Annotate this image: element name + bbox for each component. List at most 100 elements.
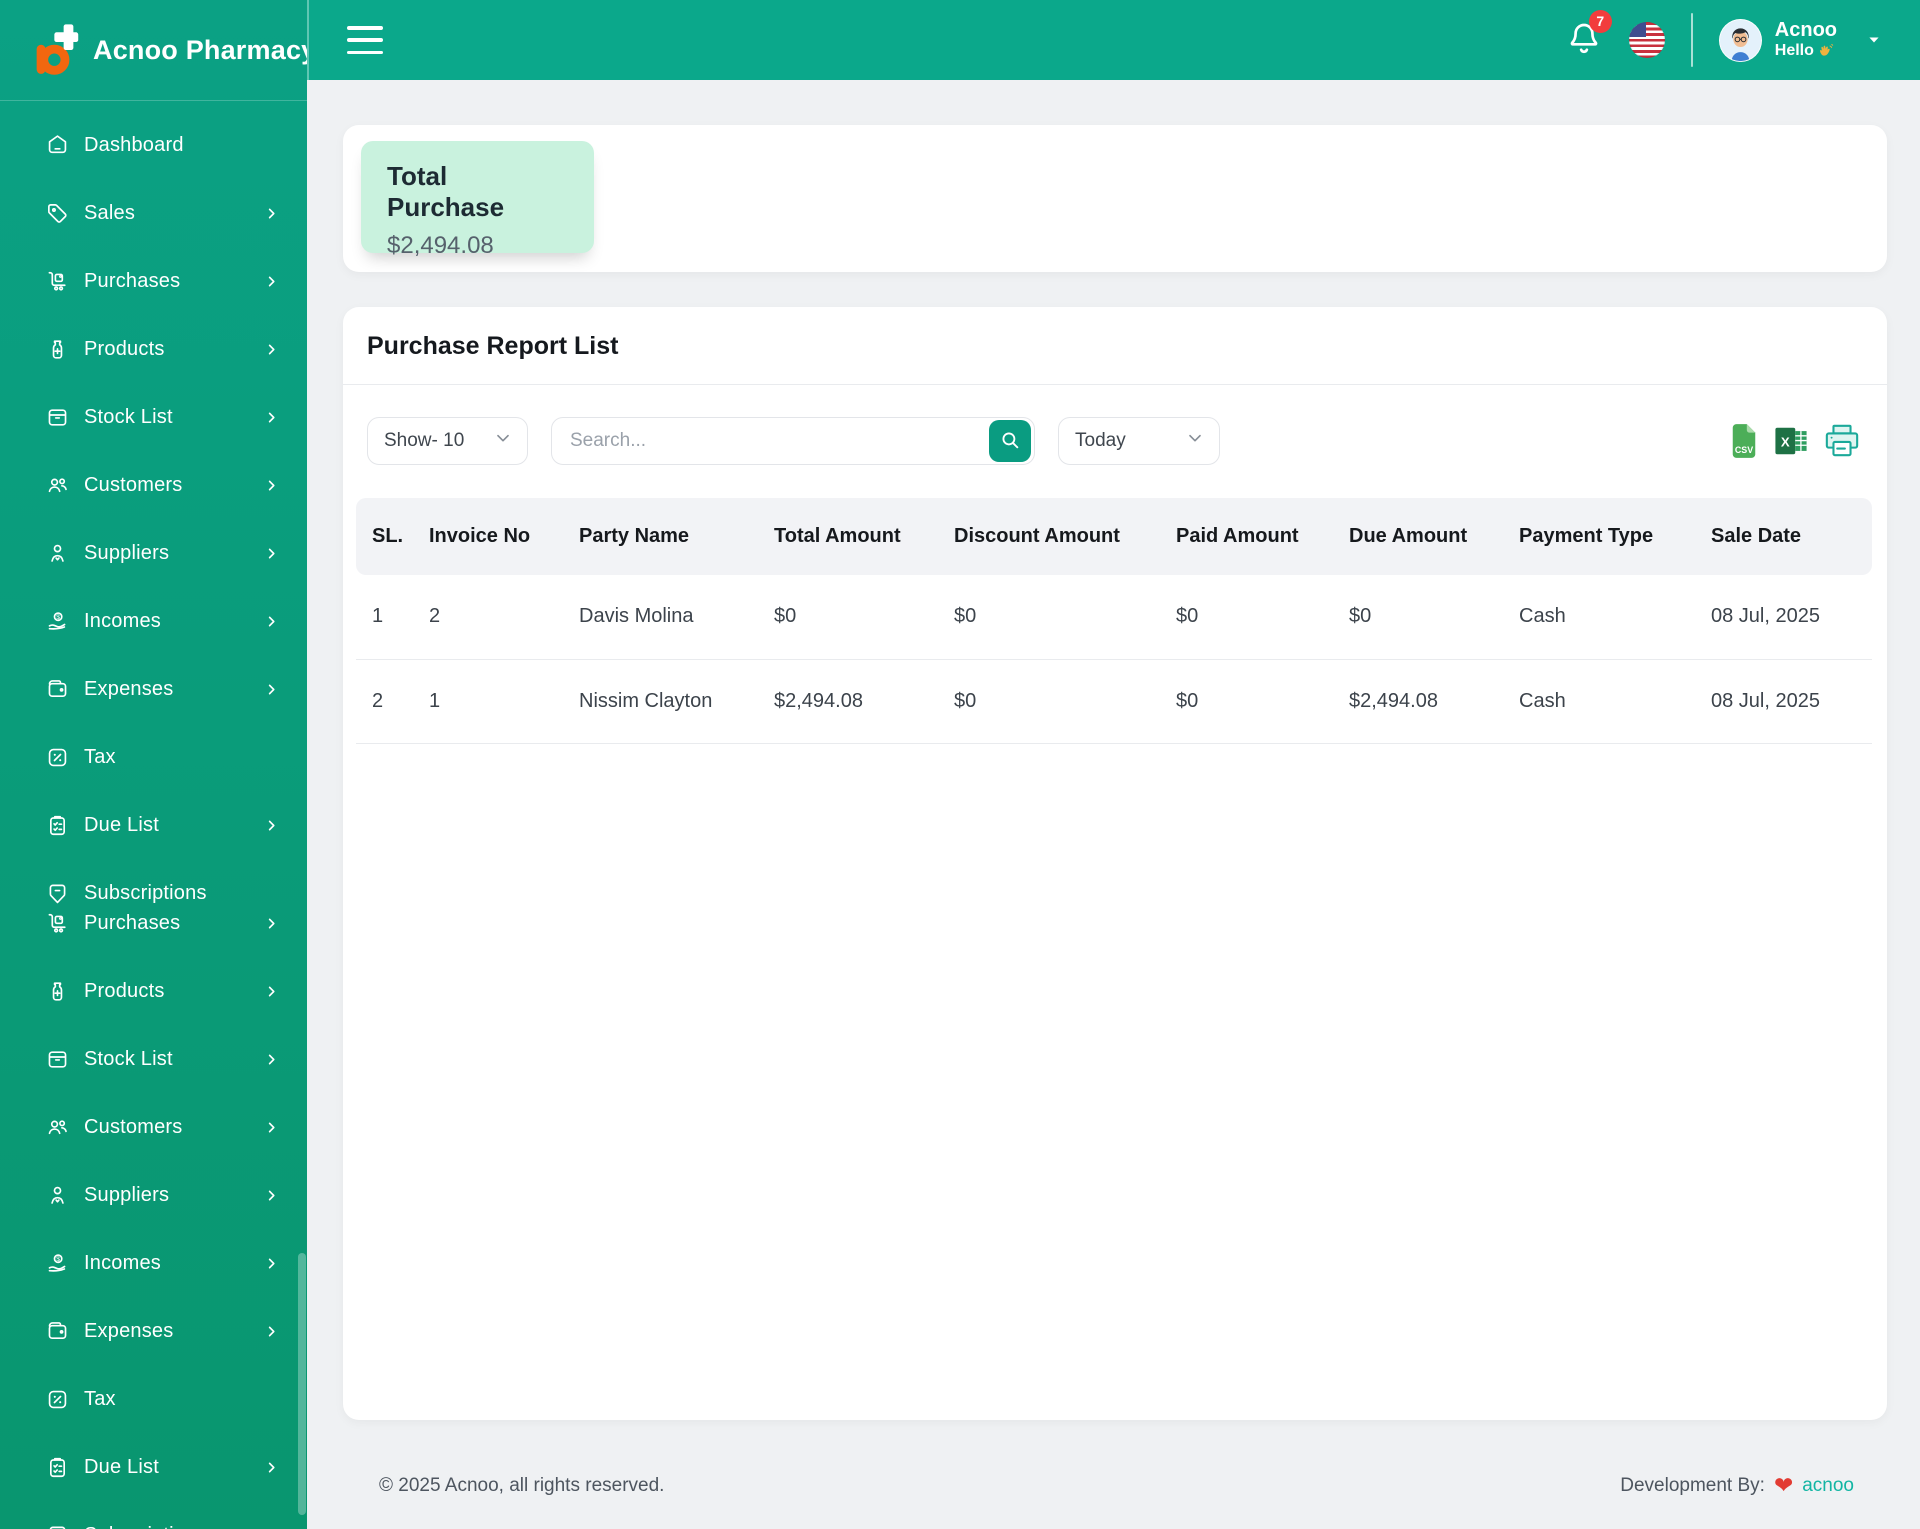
cell-discount-amount: $0	[946, 575, 1168, 660]
svg-text:X: X	[1781, 435, 1790, 450]
user-menu[interactable]: Acnoo Hello	[1718, 18, 1884, 62]
column-header-invoice-no: Invoice No	[421, 498, 571, 575]
brand-logo-icon	[34, 23, 80, 77]
waving-hand-icon	[1817, 42, 1835, 60]
sidebar-item-label: Stock List	[84, 1047, 173, 1070]
column-header-due-amount: Due Amount	[1341, 498, 1511, 575]
users-icon	[44, 472, 70, 498]
sidebar-item-label: Customers	[84, 473, 183, 496]
total-purchase-title: Total Purchase	[387, 161, 505, 222]
sidebar-item-purchases[interactable]: Purchases	[44, 261, 279, 301]
purchase-report-table: SL. Invoice No Party Name Total Amount Disco…	[356, 498, 1872, 744]
show-entries-select[interactable]: Show- 10	[367, 417, 528, 465]
date-filter-select[interactable]: Today	[1058, 417, 1220, 465]
wallet-icon	[44, 676, 70, 702]
sidebar-item-label: Purchases	[84, 911, 181, 934]
chevron-right-icon	[264, 614, 279, 629]
export-excel-icon[interactable]: X	[1774, 424, 1808, 458]
sidebar-item-expenses[interactable]: Expenses	[44, 1311, 279, 1351]
table-row: 2 1 Nissim Clayton $2,494.08 $0 $0 $2,494.08 Ca…	[356, 659, 1872, 744]
sidebar-item-customers[interactable]: Customers	[44, 1107, 279, 1147]
column-header-sale-date: Sale Date	[1703, 498, 1872, 575]
sidebar-scrollbar[interactable]	[298, 1253, 306, 1515]
sidebar-item-tax[interactable]: Tax	[44, 737, 279, 777]
sidebar-item-suppliers[interactable]: Suppliers	[44, 1175, 279, 1215]
total-purchase-card: Total Purchase $2,494.08	[361, 141, 594, 259]
clipboard-icon	[44, 812, 70, 838]
sidebar-item-label: Tax	[84, 745, 116, 768]
sidebar-item-suppliers[interactable]: Suppliers	[44, 533, 279, 573]
shield-tag-icon	[44, 1522, 70, 1529]
svg-text:$: $	[56, 614, 60, 621]
sidebar-item-stock-list[interactable]: Stock List	[44, 397, 279, 437]
sidebar-item-purchases[interactable]: Purchases	[44, 903, 279, 943]
percent-icon	[44, 744, 70, 770]
cell-payment-type: Cash	[1511, 659, 1703, 744]
wallet-icon	[44, 1318, 70, 1344]
shield-tag-icon	[44, 880, 70, 906]
language-flag-us-icon[interactable]	[1628, 22, 1665, 58]
column-header-discount-amount: Discount Amount	[946, 498, 1168, 575]
sidebar-item-label: Due List	[84, 813, 159, 836]
cell-sl: 1	[356, 575, 421, 660]
sidebar-item-due-list[interactable]: Due List	[44, 1447, 279, 1487]
percent-icon	[44, 1386, 70, 1412]
sidebar-item-label: Customers	[84, 1115, 183, 1138]
sidebar-item-stock-list[interactable]: Stock List	[44, 1039, 279, 1079]
cell-total-amount: $2,494.08	[766, 659, 946, 744]
table-row: 1 2 Davis Molina $0 $0 $0 $0 Cash 08 Jul, 2025	[356, 575, 1872, 660]
sidebar-item-label: Subscriptions	[84, 1524, 207, 1529]
chevron-right-icon	[264, 1324, 279, 1339]
chevron-right-icon	[264, 984, 279, 999]
table-header-row: SL. Invoice No Party Name Total Amount Disco…	[356, 498, 1872, 575]
chevron-right-icon	[264, 1188, 279, 1203]
sidebar-item-label: Purchases	[84, 269, 181, 292]
search-button[interactable]	[989, 420, 1031, 462]
sidebar-item-subscriptions[interactable]: Subscriptions	[44, 1515, 279, 1529]
chevron-right-icon	[264, 1256, 279, 1271]
clipboard-icon	[44, 1454, 70, 1480]
chevron-down-icon	[1864, 30, 1884, 50]
person-icon	[44, 1182, 70, 1208]
export-buttons: CSV X	[1729, 422, 1861, 460]
chevron-right-icon	[264, 478, 279, 493]
bottle-icon	[44, 336, 70, 362]
sidebar-item-label: Due List	[84, 1455, 159, 1478]
sidebar-item-due-list[interactable]: Due List	[44, 805, 279, 845]
avatar	[1718, 18, 1762, 62]
cell-sale-date: 08 Jul, 2025	[1703, 659, 1872, 744]
cell-party-name: Davis Molina	[571, 575, 766, 660]
export-csv-icon[interactable]: CSV	[1729, 422, 1759, 460]
sidebar-item-expenses[interactable]: Expenses	[44, 669, 279, 709]
sidebar-item-label: Dashboard	[84, 133, 184, 156]
sidebar-item-label: Products	[84, 337, 165, 360]
content: Total Purchase $2,494.08 Purchase Report…	[307, 80, 1920, 1529]
chevron-right-icon	[264, 342, 279, 357]
chevron-right-icon	[264, 1052, 279, 1067]
cart-icon	[44, 268, 70, 294]
sidebar-item-products[interactable]: Products	[44, 329, 279, 369]
menu-toggle-button[interactable]	[347, 26, 385, 54]
cell-discount-amount: $0	[946, 659, 1168, 744]
sidebar-item-label: Sales	[84, 201, 136, 224]
sidebar-item-tax[interactable]: Tax	[44, 1379, 279, 1419]
sidebar-menu: Dashboard Sales Purchases Products Stock Lis…	[0, 101, 307, 1529]
sidebar-item-sales[interactable]: Sales	[44, 193, 279, 233]
notifications-button[interactable]: 7	[1565, 9, 1612, 62]
report-controls: Show- 10 Toda	[343, 385, 1887, 465]
sidebar-item-customers[interactable]: Customers	[44, 465, 279, 505]
sidebar-item-label: Expenses	[84, 677, 174, 700]
developer-link[interactable]: acnoo	[1802, 1475, 1854, 1497]
cell-sl: 2	[356, 659, 421, 744]
sidebar-item-incomes[interactable]: $ Incomes	[44, 1243, 279, 1283]
sidebar-item-label: Subscriptions	[84, 881, 207, 904]
column-header-sl: SL.	[356, 498, 421, 575]
sidebar-item-incomes[interactable]: $ Incomes	[44, 601, 279, 641]
print-icon[interactable]	[1823, 423, 1861, 459]
cell-paid-amount: $0	[1168, 575, 1341, 660]
sidebar-item-products[interactable]: Products	[44, 971, 279, 1011]
search-input[interactable]	[570, 430, 989, 452]
chevron-right-icon	[264, 206, 279, 221]
home-icon	[44, 132, 70, 158]
sidebar-item-dashboard[interactable]: Dashboard	[44, 125, 279, 165]
